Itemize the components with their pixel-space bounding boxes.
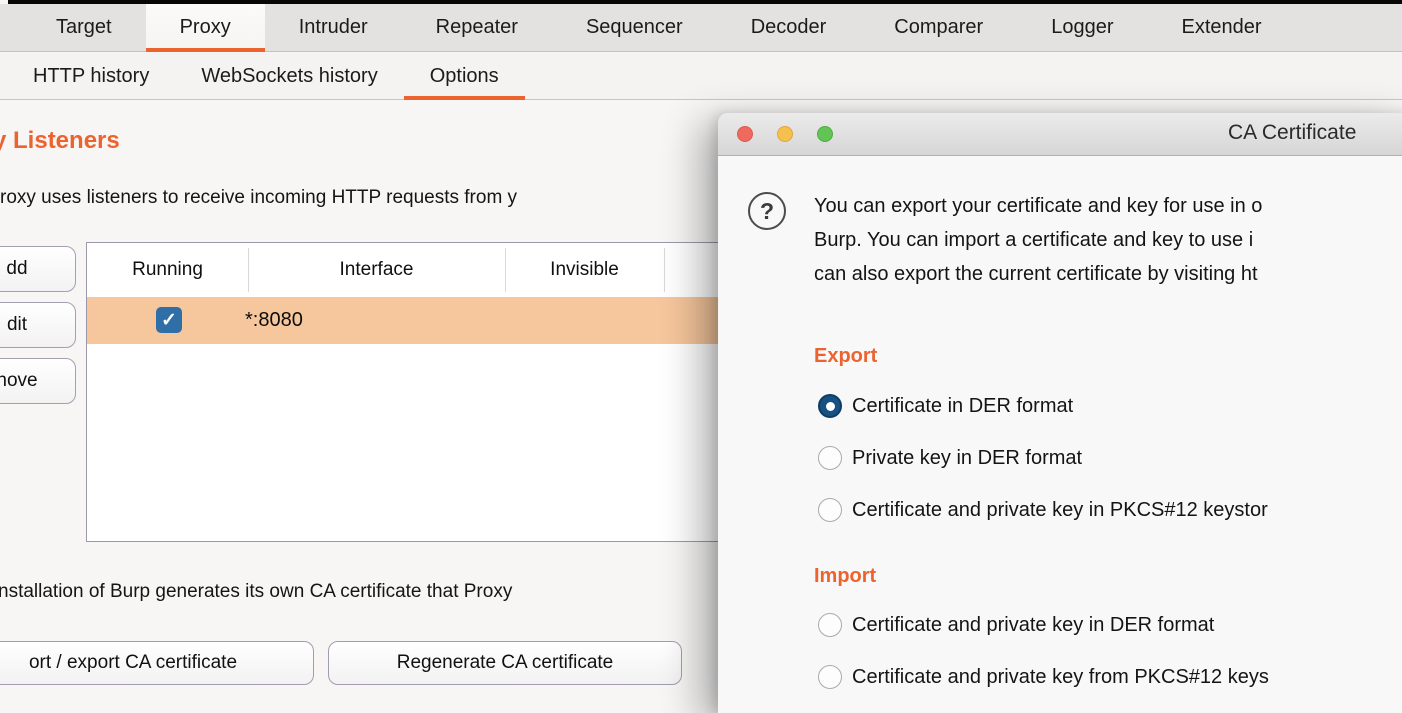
table-header: Running Interface Invisible	[87, 243, 733, 297]
subtab-options[interactable]: Options	[404, 53, 525, 99]
subtab-websockets-history[interactable]: WebSockets history	[175, 53, 403, 99]
tab-logger[interactable]: Logger	[1017, 4, 1147, 51]
regenerate-ca-certificate-button[interactable]: Regenerate CA certificate	[328, 641, 682, 685]
export-section-heading: Export	[814, 345, 877, 368]
dialog-title-bar: CA Certificate	[718, 113, 1402, 156]
tab-label: Sequencer	[586, 16, 683, 39]
intro-line: Burp. You can import a certificate and k…	[814, 223, 1262, 257]
ca-certificate-description: nstallation of Burp generates its own CA…	[0, 581, 512, 603]
column-divider	[505, 248, 506, 292]
subtab-http-history[interactable]: HTTP history	[7, 53, 175, 99]
tab-label: Intruder	[299, 16, 368, 39]
radio-label: Private key in DER format	[852, 447, 1082, 470]
radio-option-private-key-der[interactable]: Private key in DER format	[818, 446, 1082, 470]
close-window-button[interactable]	[737, 126, 753, 142]
tab-label: Target	[56, 16, 112, 39]
import-section-heading: Import	[814, 565, 876, 588]
proxy-listeners-description: roxy uses listeners to receive incoming …	[0, 187, 517, 209]
tab-target[interactable]: Target	[22, 4, 146, 51]
tab-label: Extender	[1182, 16, 1262, 39]
subtab-label: HTTP history	[33, 65, 149, 88]
tab-label: Logger	[1051, 16, 1113, 39]
radio-unselected-icon[interactable]	[818, 665, 842, 689]
radio-option-cert-and-key-pkcs12[interactable]: Certificate and private key in PKCS#12 k…	[818, 498, 1268, 522]
proxy-sub-tab-bar: HTTP history WebSockets history Options	[0, 53, 1402, 100]
tab-label: Comparer	[894, 16, 983, 39]
radio-unselected-icon[interactable]	[818, 498, 842, 522]
radio-label: Certificate and private key in PKCS#12 k…	[852, 499, 1268, 522]
radio-option-import-cert-key-der[interactable]: Certificate and private key in DER forma…	[818, 613, 1214, 637]
radio-label: Certificate and private key from PKCS#12…	[852, 666, 1269, 689]
radio-unselected-icon[interactable]	[818, 446, 842, 470]
table-row[interactable]: ✓ *:8080	[87, 297, 733, 344]
dialog-intro-text: You can export your certificate and key …	[814, 189, 1262, 291]
radio-option-import-cert-key-pkcs12[interactable]: Certificate and private key from PKCS#12…	[818, 665, 1269, 689]
radio-label: Certificate in DER format	[852, 395, 1073, 418]
tab-sequencer[interactable]: Sequencer	[552, 4, 717, 51]
proxy-listeners-heading: y Listeners	[0, 127, 120, 155]
remove-listener-button[interactable]: nove	[0, 358, 76, 404]
column-header-invisible[interactable]: Invisible	[505, 243, 664, 297]
subtab-label: WebSockets history	[201, 65, 377, 88]
radio-unselected-icon[interactable]	[818, 613, 842, 637]
tab-label: Proxy	[180, 16, 231, 39]
tab-intruder[interactable]: Intruder	[265, 4, 402, 51]
tab-extender[interactable]: Extender	[1148, 4, 1296, 51]
tab-comparer[interactable]: Comparer	[860, 4, 1017, 51]
check-icon: ✓	[161, 309, 177, 332]
proxy-listeners-table[interactable]: Running Interface Invisible ✓ *:8080	[86, 242, 734, 542]
running-checkbox[interactable]: ✓	[156, 307, 182, 333]
ca-certificate-dialog: CA Certificate ? You can export your cer…	[718, 113, 1402, 713]
import-export-ca-certificate-button[interactable]: ort / export CA certificate	[0, 641, 314, 685]
question-mark-glyph: ?	[760, 198, 774, 225]
edit-listener-button[interactable]: dit	[0, 302, 76, 348]
minimize-window-button[interactable]	[777, 126, 793, 142]
radio-selected-icon[interactable]	[818, 394, 842, 418]
intro-line: can also export the current certificate …	[814, 257, 1262, 291]
intro-line: You can export your certificate and key …	[814, 189, 1262, 223]
radio-label: Certificate and private key in DER forma…	[852, 614, 1214, 637]
column-divider	[664, 248, 665, 292]
main-tab-bar: Target Proxy Intruder Repeater Sequencer…	[0, 4, 1402, 52]
tab-decoder[interactable]: Decoder	[717, 4, 861, 51]
dialog-title: CA Certificate	[1228, 121, 1356, 145]
column-divider	[248, 248, 249, 292]
zoom-window-button[interactable]	[817, 126, 833, 142]
add-listener-button[interactable]: dd	[0, 246, 76, 292]
tab-repeater[interactable]: Repeater	[402, 4, 552, 51]
tab-label: Decoder	[751, 16, 827, 39]
interface-cell: *:8080	[245, 297, 303, 344]
column-header-running[interactable]: Running	[87, 243, 248, 297]
tab-proxy[interactable]: Proxy	[146, 4, 265, 51]
radio-option-certificate-der[interactable]: Certificate in DER format	[818, 394, 1073, 418]
tab-label: Repeater	[436, 16, 518, 39]
help-question-icon: ?	[748, 192, 786, 230]
column-header-interface[interactable]: Interface	[248, 243, 505, 297]
subtab-label: Options	[430, 65, 499, 88]
